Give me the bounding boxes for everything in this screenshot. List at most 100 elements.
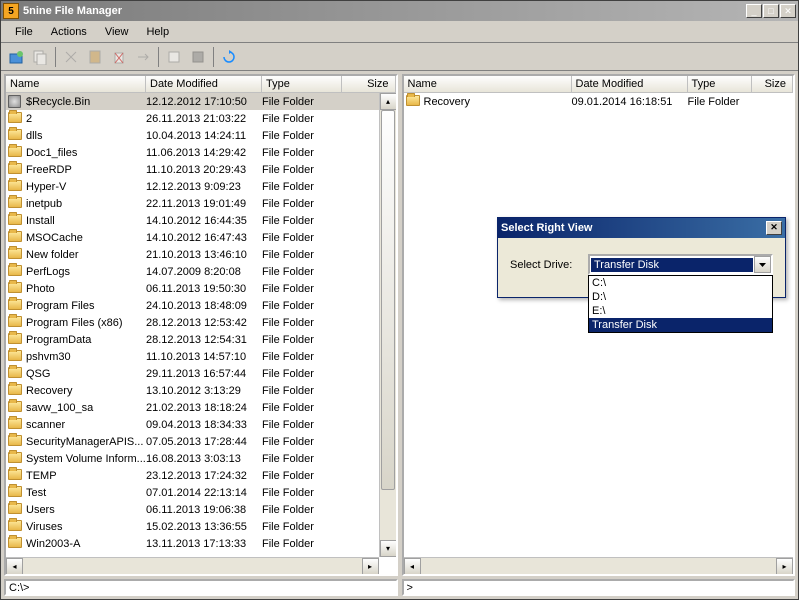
scroll-thumb[interactable]: [381, 110, 395, 490]
left-horizontal-scrollbar[interactable]: ◂ ▸: [6, 557, 379, 574]
folder-icon: [8, 180, 22, 191]
menu-view[interactable]: View: [97, 24, 137, 40]
table-row[interactable]: New folder21.10.2013 13:46:10File Folder: [6, 246, 396, 263]
table-row[interactable]: FreeRDP11.10.2013 20:29:43File Folder: [6, 161, 396, 178]
file-type: File Folder: [262, 521, 342, 533]
table-row[interactable]: ProgramData28.12.2013 12:54:31File Folde…: [6, 331, 396, 348]
refresh-button[interactable]: [218, 46, 240, 68]
table-row[interactable]: 226.11.2013 21:03:22File Folder: [6, 110, 396, 127]
table-row[interactable]: Viruses15.02.2013 13:36:55File Folder: [6, 518, 396, 535]
table-row[interactable]: inetpub22.11.2013 19:01:49File Folder: [6, 195, 396, 212]
file-type: File Folder: [688, 96, 752, 108]
scroll-up-button[interactable]: ▴: [380, 93, 396, 110]
left-pane: Name Date Modified Type Size $Recycle.Bi…: [4, 74, 398, 576]
table-row[interactable]: Win2003-A13.11.2013 17:13:33File Folder: [6, 535, 396, 552]
file-name: PerfLogs: [26, 266, 146, 278]
file-name: savw_100_sa: [26, 402, 146, 414]
table-row[interactable]: SecurityManagerAPIS...07.05.2013 17:28:4…: [6, 433, 396, 450]
table-row[interactable]: Photo06.11.2013 19:50:30File Folder: [6, 280, 396, 297]
toolbar-separator: [158, 47, 159, 67]
col-size[interactable]: Size: [752, 76, 794, 92]
drive-combobox[interactable]: Transfer Disk C:\D:\E:\Transfer Disk: [588, 254, 773, 275]
table-row[interactable]: scanner09.04.2013 18:34:33File Folder: [6, 416, 396, 433]
table-row[interactable]: savw_100_sa21.02.2013 18:18:24File Folde…: [6, 399, 396, 416]
table-row[interactable]: Users06.11.2013 19:06:38File Folder: [6, 501, 396, 518]
col-name[interactable]: Name: [6, 76, 146, 92]
folder-icon: [8, 503, 22, 514]
menu-file[interactable]: File: [7, 24, 41, 40]
folder-icon: [8, 112, 22, 123]
table-row[interactable]: $Recycle.Bin12.12.2012 17:10:50File Fold…: [6, 93, 396, 110]
new-folder-button[interactable]: [5, 46, 27, 68]
table-row[interactable]: MSOCache14.10.2012 16:47:43File Folder: [6, 229, 396, 246]
file-name: Users: [26, 504, 146, 516]
dropdown-option[interactable]: C:\: [589, 276, 772, 290]
minimize-button[interactable]: _: [746, 4, 762, 18]
scroll-right-button[interactable]: ▸: [362, 558, 379, 574]
copy-button[interactable]: [29, 46, 51, 68]
move-button[interactable]: [132, 46, 154, 68]
right-file-list[interactable]: Recovery09.01.2014 16:18:51File Folder ◂…: [404, 93, 794, 574]
dropdown-option[interactable]: Transfer Disk: [589, 318, 772, 332]
table-row[interactable]: Program Files (x86)28.12.2013 12:53:42Fi…: [6, 314, 396, 331]
close-button[interactable]: ✕: [780, 4, 796, 18]
file-name: Photo: [26, 283, 146, 295]
folder-icon: [8, 197, 22, 208]
file-type: File Folder: [262, 113, 342, 125]
dialog-close-button[interactable]: ✕: [766, 221, 782, 235]
dialog-body: Select Drive: Transfer Disk C:\D:\E:\Tra…: [498, 238, 785, 297]
file-type: File Folder: [262, 147, 342, 159]
scroll-down-button[interactable]: ▾: [380, 540, 396, 557]
table-row[interactable]: Doc1_files11.06.2013 14:29:42File Folder: [6, 144, 396, 161]
file-date: 13.10.2012 3:13:29: [146, 385, 262, 397]
window-title: 5nine File Manager: [23, 5, 746, 17]
col-name[interactable]: Name: [404, 76, 572, 92]
file-name: Win2003-A: [26, 538, 146, 550]
file-name: Install: [26, 215, 146, 227]
col-type[interactable]: Type: [688, 76, 752, 92]
scroll-left-button[interactable]: ◂: [404, 558, 421, 574]
table-row[interactable]: Program Files24.10.2013 18:48:09File Fol…: [6, 297, 396, 314]
table-row[interactable]: TEMP23.12.2013 17:24:32File Folder: [6, 467, 396, 484]
table-row[interactable]: System Volume Inform...16.08.2013 3:03:1…: [6, 450, 396, 467]
menu-help[interactable]: Help: [138, 24, 177, 40]
table-row[interactable]: QSG29.11.2013 16:57:44File Folder: [6, 365, 396, 382]
right-horizontal-scrollbar[interactable]: ◂ ▸: [404, 557, 794, 574]
right-path-input[interactable]: >: [402, 579, 796, 596]
file-date: 28.12.2013 12:54:31: [146, 334, 262, 346]
cut-button[interactable]: [60, 46, 82, 68]
col-type[interactable]: Type: [262, 76, 342, 92]
left-path-input[interactable]: C:\>: [4, 579, 398, 596]
file-type: File Folder: [262, 232, 342, 244]
table-row[interactable]: Install14.10.2012 16:44:35File Folder: [6, 212, 396, 229]
maximize-button[interactable]: □: [763, 4, 779, 18]
dropdown-option[interactable]: D:\: [589, 290, 772, 304]
save-button[interactable]: [187, 46, 209, 68]
col-size[interactable]: Size: [342, 76, 396, 92]
table-row[interactable]: Test07.01.2014 22:13:14File Folder: [6, 484, 396, 501]
table-row[interactable]: dlls10.04.2013 14:24:11File Folder: [6, 127, 396, 144]
table-row[interactable]: Recovery09.01.2014 16:18:51File Folder: [404, 93, 794, 110]
table-row[interactable]: Recovery13.10.2012 3:13:29File Folder: [6, 382, 396, 399]
folder-icon: [8, 486, 22, 497]
left-vertical-scrollbar[interactable]: ▴ ▾: [379, 93, 396, 557]
left-file-list[interactable]: $Recycle.Bin12.12.2012 17:10:50File Fold…: [6, 93, 396, 574]
paste-button[interactable]: [84, 46, 106, 68]
drive-dropdown-list[interactable]: C:\D:\E:\Transfer Disk: [588, 275, 773, 333]
scroll-left-button[interactable]: ◂: [6, 558, 23, 574]
scroll-right-button[interactable]: ▸: [776, 558, 793, 574]
delete-button[interactable]: [108, 46, 130, 68]
combo-dropdown-button[interactable]: [754, 256, 771, 273]
menu-actions[interactable]: Actions: [43, 24, 95, 40]
properties-button[interactable]: [163, 46, 185, 68]
file-name: Recovery: [26, 385, 146, 397]
col-date[interactable]: Date Modified: [572, 76, 688, 92]
table-row[interactable]: PerfLogs14.07.2009 8:20:08File Folder: [6, 263, 396, 280]
table-row[interactable]: pshvm3011.10.2013 14:57:10File Folder: [6, 348, 396, 365]
file-type: File Folder: [262, 130, 342, 142]
table-row[interactable]: Hyper-V12.12.2013 9:09:23File Folder: [6, 178, 396, 195]
file-type: File Folder: [262, 504, 342, 516]
dropdown-option[interactable]: E:\: [589, 304, 772, 318]
col-date[interactable]: Date Modified: [146, 76, 262, 92]
file-date: 14.10.2012 16:47:43: [146, 232, 262, 244]
